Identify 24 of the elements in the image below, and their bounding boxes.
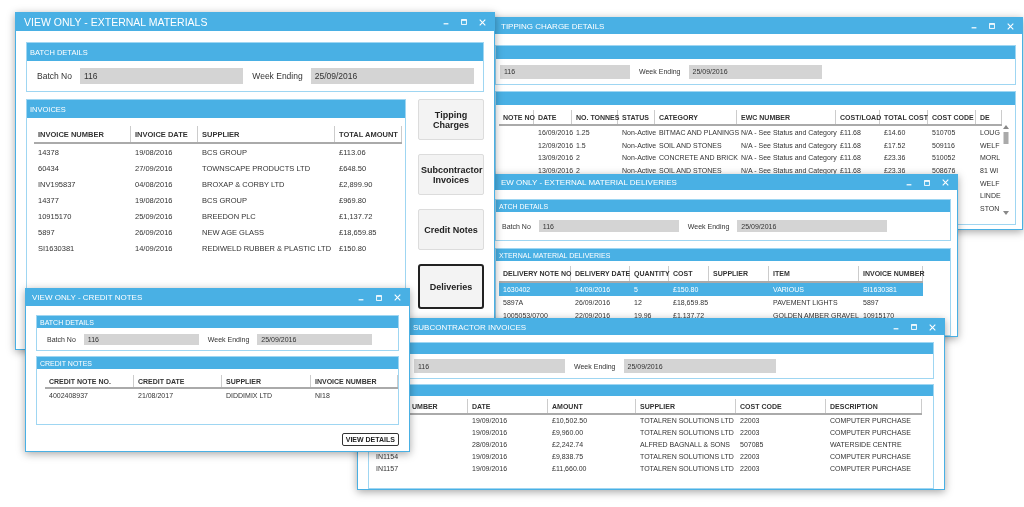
close-icon[interactable] <box>1007 22 1014 30</box>
maximize-icon[interactable] <box>461 19 467 25</box>
text-field[interactable]: 116 <box>79 68 244 84</box>
nav-button[interactable]: Credit Notes <box>418 209 484 250</box>
window-title: EW ONLY - EXTERNAL MATERIAL DELIVERIES <box>501 178 677 187</box>
close-icon[interactable] <box>929 323 936 331</box>
window-title: VIEW ONLY - CREDIT NOTES <box>32 293 143 302</box>
window-title: VIEW ONLY - EXTERNAL MATERIALS <box>24 16 208 28</box>
nav-button[interactable]: Tipping Charges <box>418 99 484 140</box>
nav-button[interactable]: Deliveries <box>418 264 484 309</box>
nav-button[interactable]: Subcontractor Invoices <box>418 154 484 195</box>
window-title: SUBCONTRACTOR INVOICES <box>413 322 527 332</box>
close-icon[interactable] <box>479 18 486 26</box>
maximize-icon[interactable] <box>924 179 930 186</box>
field-label: Week Ending <box>252 71 303 81</box>
field-label: Batch No <box>37 71 72 81</box>
window-title: TIPPING CHARGE DETAILS <box>501 21 605 31</box>
close-icon[interactable] <box>394 294 401 301</box>
maximize-icon[interactable] <box>376 294 382 301</box>
close-icon[interactable] <box>942 179 949 186</box>
maximize-icon[interactable] <box>989 23 995 29</box>
maximize-icon[interactable] <box>911 324 917 330</box>
scrollbar-drawing[interactable] <box>1002 124 1010 216</box>
text-field[interactable]: 25/09/2016 <box>310 68 474 84</box>
